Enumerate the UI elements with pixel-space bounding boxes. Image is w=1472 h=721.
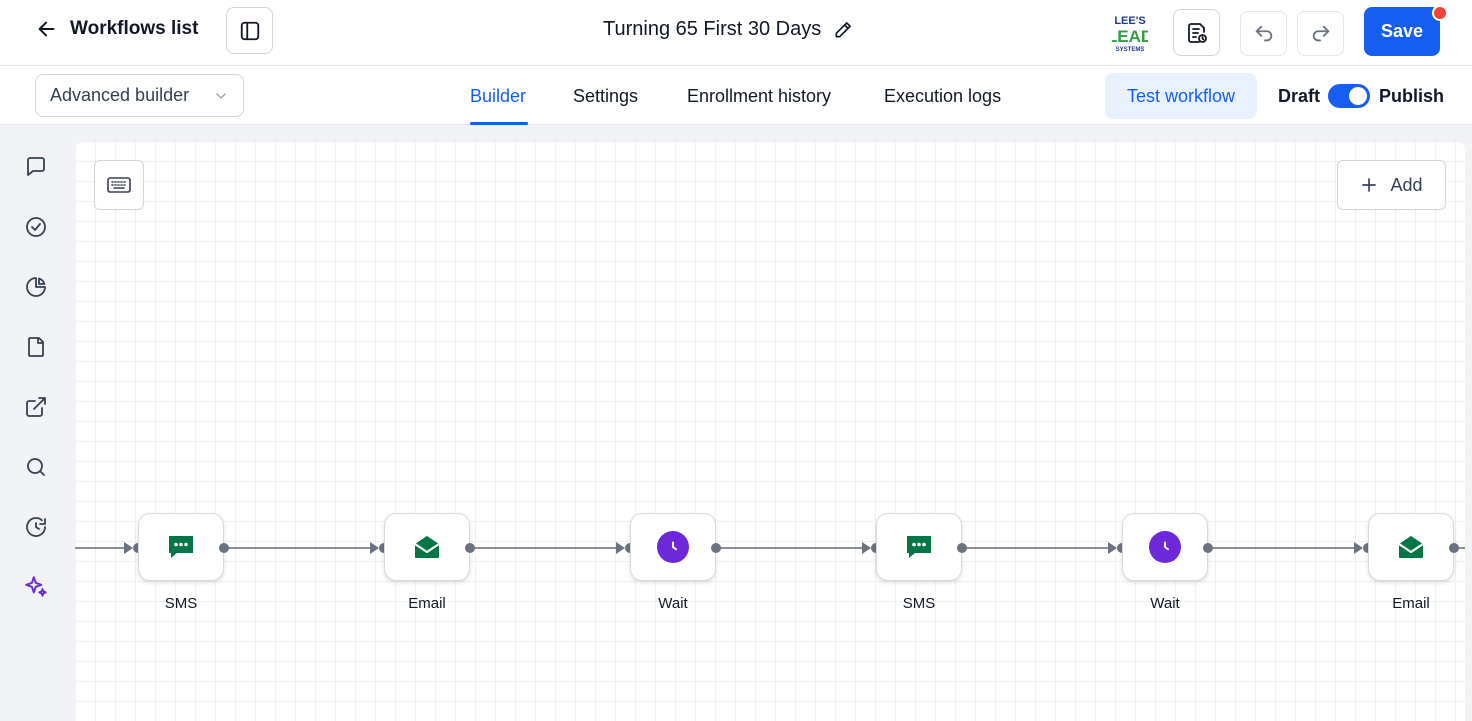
active-tab-indicator: [470, 122, 528, 125]
arrow-left-icon: [38, 21, 55, 37]
keyboard-shortcuts-button[interactable]: [94, 160, 144, 210]
connector-line: [75, 547, 127, 549]
builder-mode-select[interactable]: Advanced builder: [35, 74, 244, 117]
tab-builder[interactable]: Builder: [470, 86, 526, 107]
redo-icon: [1312, 25, 1329, 41]
undo-icon: [1255, 25, 1272, 41]
tab-execution-logs[interactable]: Execution logs: [884, 86, 1001, 107]
node-label: Wait: [1150, 595, 1180, 612]
node-label: Email: [1392, 595, 1430, 612]
test-workflow-button[interactable]: Test workflow: [1105, 73, 1257, 119]
builder-toolbar: Advanced builder Builder Settings Enroll…: [0, 66, 1472, 125]
connector-line: [966, 547, 1111, 549]
left-rail: [0, 126, 74, 711]
workflow-node-email[interactable]: [384, 513, 470, 581]
node-output-port[interactable]: [1203, 543, 1213, 553]
undo-button[interactable]: [1240, 11, 1287, 56]
svg-text:SYSTEMS: SYSTEMS: [1116, 47, 1145, 53]
node-output-port[interactable]: [219, 543, 229, 553]
clock-icon: [657, 531, 689, 563]
email-icon: [411, 531, 443, 563]
add-node-button[interactable]: Add: [1337, 160, 1446, 210]
connector-arrow: [616, 542, 625, 554]
connector-arrow: [124, 542, 133, 554]
node-label: SMS: [164, 595, 198, 612]
publish-toggle[interactable]: [1328, 84, 1370, 108]
redo-button[interactable]: [1297, 11, 1344, 56]
node-label: Wait: [658, 595, 688, 612]
node-output-port[interactable]: [711, 543, 721, 553]
connector-arrow: [862, 542, 871, 554]
connector-arrow: [1108, 542, 1117, 554]
node-output-port[interactable]: [465, 543, 475, 553]
workflow-title: Turning 65 First 30 Days: [603, 18, 853, 41]
connector-arrow: [1354, 542, 1363, 554]
sidebar-panel-icon: [240, 21, 259, 40]
sparkles-icon[interactable]: [22, 573, 50, 601]
tab-settings[interactable]: Settings: [573, 86, 638, 107]
workflow-node-wait[interactable]: [1122, 513, 1208, 581]
pie-chart-icon[interactable]: [22, 273, 50, 301]
workflow-node-email[interactable]: [1368, 513, 1454, 581]
external-link-icon[interactable]: [22, 393, 50, 421]
document-clock-icon: [1187, 22, 1207, 43]
connector-line: [1458, 547, 1465, 549]
version-history-button[interactable]: [1173, 9, 1220, 56]
chevron-down-icon: [216, 92, 226, 99]
notification-dot: [1432, 5, 1448, 21]
file-icon[interactable]: [22, 333, 50, 361]
toggle-knob: [1349, 87, 1367, 105]
node-output-port[interactable]: [957, 543, 967, 553]
tab-enrollment-history[interactable]: Enrollment history: [687, 86, 831, 107]
connector-line: [228, 547, 373, 549]
node-label: SMS: [902, 595, 936, 612]
pencil-icon[interactable]: [833, 20, 853, 40]
save-button[interactable]: Save: [1364, 7, 1440, 56]
history-icon[interactable]: [22, 513, 50, 541]
svg-text:LEAD: LEAD: [1112, 27, 1148, 46]
company-logo: LEE'S LEAD SYSTEMS: [1107, 12, 1153, 54]
node-output-port[interactable]: [1449, 543, 1459, 553]
add-label: Add: [1390, 174, 1423, 195]
chat-icon[interactable]: [22, 153, 50, 181]
svg-text:LEE'S: LEE'S: [1114, 15, 1145, 27]
connector-line: [1212, 547, 1357, 549]
back-to-workflows-button[interactable]: Workflows list: [36, 18, 198, 40]
workflow-canvas[interactable]: [75, 141, 1465, 721]
check-circle-icon[interactable]: [22, 213, 50, 241]
connector-line: [720, 547, 865, 549]
top-bar: Workflows list Turning 65 First 30 Days …: [0, 0, 1472, 66]
publish-label: Publish: [1379, 86, 1445, 106]
builder-mode-value: Advanced builder: [50, 85, 190, 105]
plus-icon: [1362, 178, 1377, 192]
connector-line: [474, 547, 619, 549]
workflow-title-text: Turning 65 First 30 Days: [603, 18, 822, 40]
node-label: Email: [408, 595, 446, 612]
toggle-sidebar-button[interactable]: [226, 7, 273, 54]
sms-icon: [165, 531, 197, 563]
workflow-node-sms[interactable]: [876, 513, 962, 581]
back-label: Workflows list: [70, 18, 199, 39]
workflow-node-wait[interactable]: [630, 513, 716, 581]
search-icon[interactable]: [22, 453, 50, 481]
sms-icon: [903, 531, 935, 563]
connector-arrow: [370, 542, 379, 554]
email-icon: [1395, 531, 1427, 563]
workflow-node-sms[interactable]: [138, 513, 224, 581]
clock-icon: [1149, 531, 1181, 563]
draft-label: Draft: [1278, 86, 1321, 106]
keyboard-icon: [107, 177, 131, 193]
